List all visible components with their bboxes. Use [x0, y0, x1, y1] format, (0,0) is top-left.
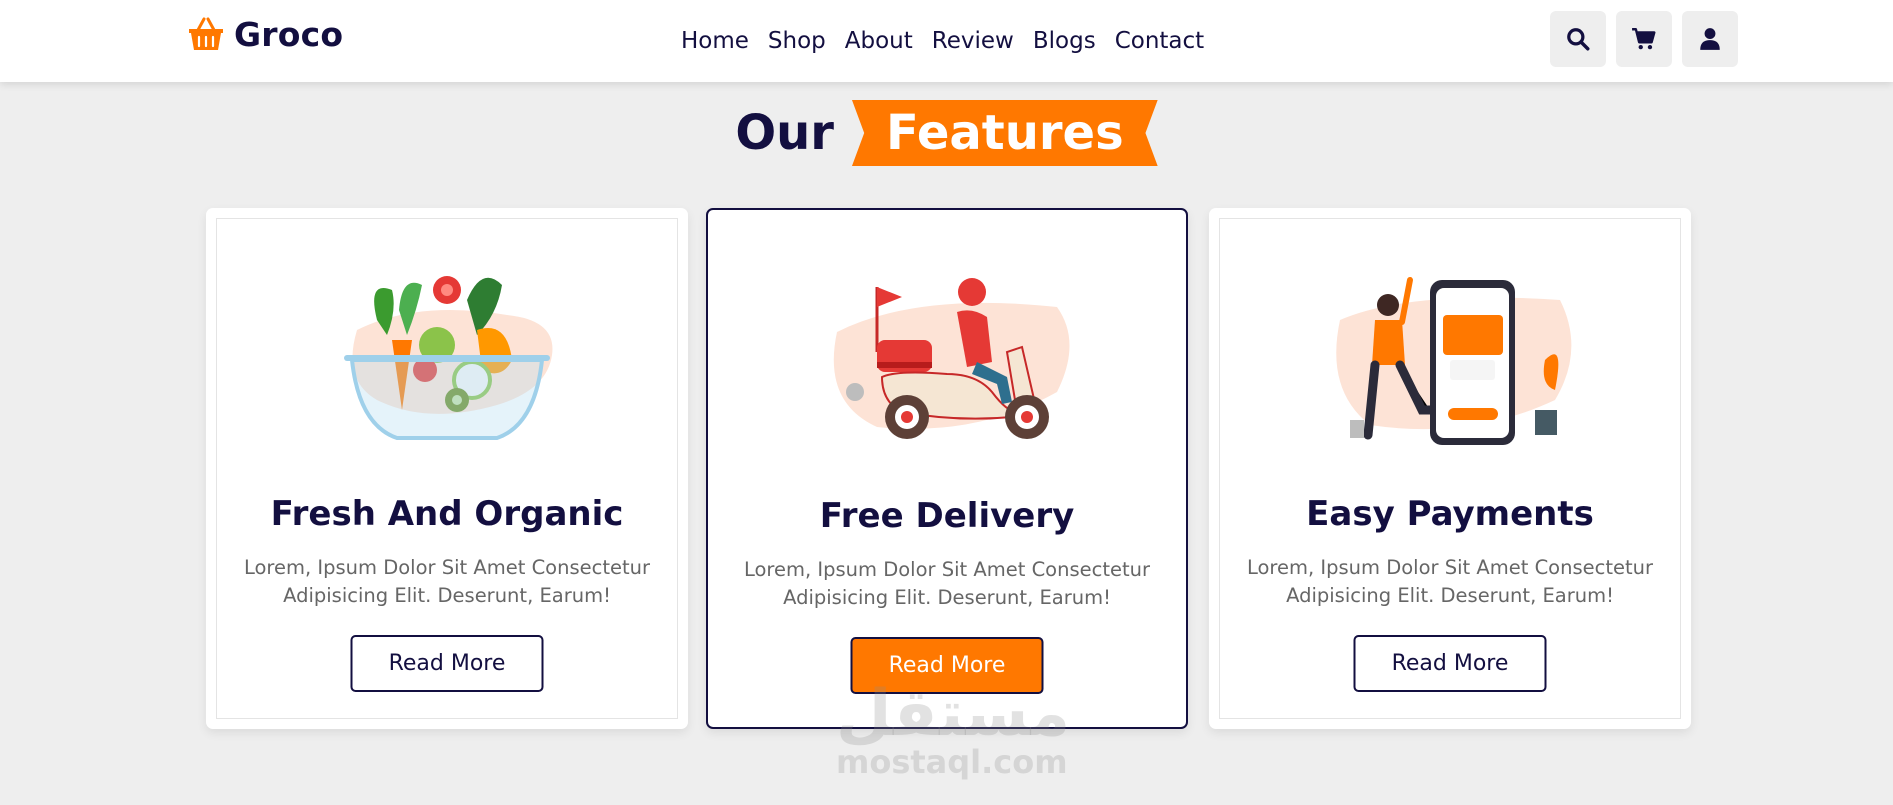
card-description: Lorem, Ipsum Dolor Sit Amet Consectetur …	[243, 556, 651, 607]
read-more-button[interactable]: Read More	[350, 635, 544, 692]
feature-card-payments: Easy Payments Lorem, Ipsum Dolor Sit Ame…	[1209, 208, 1691, 729]
nav-contact[interactable]: Contact	[1115, 28, 1204, 54]
cart-button[interactable]	[1616, 11, 1672, 67]
salad-bowl-illustration	[307, 260, 587, 450]
card-description: Lorem, Ipsum Dolor Sit Amet Consectetur …	[1246, 556, 1654, 607]
card-title: Fresh And Organic	[270, 494, 624, 534]
nav-review[interactable]: Review	[932, 28, 1014, 54]
nav-shop[interactable]: Shop	[768, 28, 826, 54]
read-more-button[interactable]: Read More	[1353, 635, 1547, 692]
watermark-arabic: مستقل	[836, 677, 1071, 751]
heading-highlight: Features	[885, 105, 1124, 161]
nav-home[interactable]: Home	[681, 28, 749, 54]
user-button[interactable]	[1682, 11, 1738, 67]
feature-card-delivery: Free Delivery Lorem, Ipsum Dolor Sit Ame…	[706, 208, 1188, 729]
card-description: Lorem, Ipsum Dolor Sit Amet Consectetur …	[743, 558, 1151, 609]
main-nav: Home Shop About Review Blogs Contact	[681, 28, 1223, 54]
nav-about[interactable]: About	[845, 28, 913, 54]
delivery-scooter-illustration	[807, 262, 1087, 452]
nav-blogs[interactable]: Blogs	[1033, 28, 1096, 54]
section-heading: Our Features	[0, 100, 1893, 166]
search-icon	[1567, 28, 1590, 51]
card-title: Easy Payments	[1306, 494, 1594, 534]
user-icon	[1700, 28, 1720, 50]
brand-name: Groco	[234, 14, 344, 54]
watermark-latin: mostaql.com	[836, 743, 1068, 781]
heading-banner: Features	[851, 100, 1158, 166]
cart-icon	[1632, 28, 1656, 50]
site-header: Groco Home Shop About Review Blogs Conta…	[0, 0, 1893, 82]
header-icons	[1550, 11, 1738, 67]
heading-plain: Our	[735, 105, 834, 161]
watermark: مستقل mostaql.com	[836, 677, 1071, 781]
mobile-payment-illustration	[1310, 260, 1590, 450]
logo[interactable]: Groco	[186, 12, 343, 56]
search-button[interactable]	[1550, 11, 1606, 67]
shopping-basket-icon	[186, 14, 226, 54]
card-title: Free Delivery	[819, 496, 1075, 536]
feature-card-fresh: Fresh And Organic Lorem, Ipsum Dolor Sit…	[206, 208, 688, 729]
